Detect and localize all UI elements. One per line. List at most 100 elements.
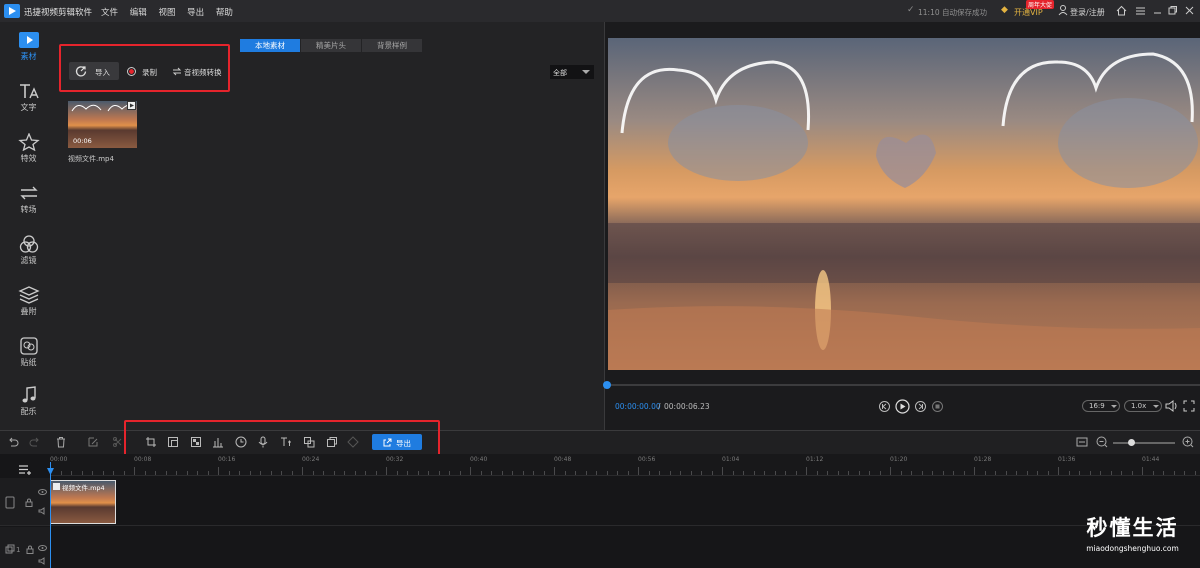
speaker-icon[interactable] (38, 557, 47, 567)
video-preview (608, 38, 1200, 370)
media-filter-select[interactable]: 全部 (550, 65, 594, 79)
stop-icon[interactable] (932, 401, 943, 414)
nav-effects[interactable]: 特效 (0, 129, 57, 179)
volume-icon[interactable] (1165, 400, 1178, 414)
ruler-tick-mark (659, 471, 660, 475)
ruler-tick-mark (449, 471, 450, 475)
media-item[interactable]: 00:06 视频文件.mp4 (68, 101, 137, 167)
record-button[interactable]: 录制 (125, 62, 163, 80)
ruler-tick-mark (323, 471, 324, 475)
nav-label: 叠附 (20, 307, 37, 316)
nav-filter[interactable]: 滤镜 (0, 231, 57, 281)
export-icon (383, 438, 392, 447)
play-icon[interactable] (895, 399, 910, 416)
menu-edit[interactable]: 编辑 (130, 8, 147, 18)
progress-track[interactable] (606, 384, 1200, 386)
mosaic-icon[interactable] (190, 436, 202, 448)
ruler-tick-mark (165, 471, 167, 475)
zoom-slider-track[interactable] (1113, 442, 1175, 444)
resize-icon[interactable] (167, 436, 179, 448)
tab-local-media[interactable]: 本地素材 (240, 39, 300, 52)
speed-clock-icon[interactable] (235, 436, 247, 448)
ruler-tick-mark (932, 471, 933, 475)
zoom-out-icon[interactable] (1096, 436, 1108, 448)
lock-icon[interactable] (26, 545, 34, 556)
nav-media[interactable]: 素材 (0, 27, 57, 77)
minimize-icon[interactable] (1152, 5, 1163, 18)
text-tool-icon[interactable] (280, 436, 292, 448)
ruler-tick-mark (176, 471, 177, 475)
keyframe-icon[interactable] (347, 436, 359, 448)
nav-transition[interactable]: 转场 (0, 180, 57, 230)
ruler-tick-mark (1194, 471, 1196, 475)
ruler-tick-mark (239, 471, 240, 475)
ruler-tick-mark (228, 471, 230, 475)
home-icon[interactable] (1116, 5, 1127, 18)
delete-icon[interactable] (55, 436, 67, 448)
next-frame-icon[interactable] (915, 401, 926, 414)
prev-frame-icon[interactable] (879, 401, 890, 414)
ruler-tick-mark (291, 471, 293, 475)
fit-timeline-icon[interactable] (1076, 436, 1088, 448)
speaker-icon[interactable] (38, 507, 47, 517)
ruler-tick-mark (1152, 471, 1154, 475)
watermark-title: 秒懂生活 (1086, 516, 1179, 540)
ruler-tick-mark (123, 471, 125, 475)
nav-text[interactable]: 文字 (0, 78, 57, 128)
menu-icon[interactable] (1135, 5, 1146, 18)
undo-icon[interactable] (7, 436, 19, 448)
zoom-slider-handle[interactable] (1128, 439, 1135, 446)
restore-icon[interactable] (1167, 5, 1178, 18)
split-icon[interactable] (112, 436, 124, 448)
menu-export[interactable]: 导出 (187, 8, 204, 18)
overlay-icon (17, 286, 40, 304)
microphone-icon[interactable] (257, 436, 269, 448)
redo-icon[interactable] (29, 436, 41, 448)
aspect-ratio-select[interactable]: 16:9 (1082, 400, 1120, 412)
ruler-tick-mark (1016, 471, 1017, 475)
freeze-frame-icon[interactable] (303, 436, 315, 448)
eye-icon[interactable] (38, 488, 47, 497)
track-header-video (0, 478, 50, 526)
record-icon (127, 67, 136, 76)
crop-icon[interactable] (145, 436, 157, 448)
nav-overlay[interactable]: 叠附 (0, 282, 57, 332)
watermark-url: miaodongshenghuo.com (1086, 544, 1179, 553)
menu-file[interactable]: 文件 (101, 8, 118, 18)
ruler-tick-mark (795, 471, 797, 475)
nav-music[interactable]: 配乐 (0, 382, 57, 432)
menu-help[interactable]: 帮助 (216, 8, 233, 18)
tab-intros[interactable]: 精美片头 (301, 39, 361, 52)
audio-bars-icon[interactable] (212, 436, 224, 448)
ruler-tick-label: 00:16 (218, 456, 236, 463)
export-button[interactable]: 导出 (372, 434, 422, 450)
music-icon (22, 386, 36, 403)
ruler-tick-mark (1047, 471, 1049, 475)
video-clip[interactable]: 视频文件.mp4 (50, 480, 116, 524)
filter-icon (19, 235, 38, 253)
fullscreen-icon[interactable] (1183, 400, 1195, 414)
login-link[interactable]: 登录/注册 (1070, 7, 1105, 18)
edit-icon[interactable] (87, 436, 99, 448)
duplicate-icon[interactable] (326, 436, 338, 448)
lock-icon[interactable] (25, 498, 33, 509)
eye-icon[interactable] (38, 544, 47, 553)
ruler-tick-mark (974, 467, 975, 475)
playhead[interactable] (50, 462, 51, 568)
chevron-down-icon (1111, 405, 1117, 408)
zoom-in-icon[interactable] (1182, 436, 1194, 448)
convert-button[interactable]: 音视频转换 (171, 62, 227, 80)
progress-handle[interactable] (603, 381, 611, 389)
nav-sticker[interactable]: 贴纸 (0, 333, 57, 383)
menu-view[interactable]: 视图 (158, 8, 175, 18)
ruler-tick-mark (701, 471, 702, 475)
speed-select[interactable]: 1.0x (1124, 400, 1162, 412)
ruler-tick-mark (354, 471, 356, 475)
ruler-tick-mark (71, 471, 72, 475)
ruler-tick-mark (806, 467, 807, 475)
close-icon[interactable] (1184, 5, 1195, 18)
import-button[interactable]: 导入 (69, 62, 119, 80)
tab-backgrounds[interactable]: 背景样例 (362, 39, 422, 52)
timeline-ruler[interactable]: 00:00 00:08 00:16 00:24 00:32 00:40 00:48 00:56… (50, 454, 1200, 476)
add-track-icon[interactable] (18, 464, 33, 477)
